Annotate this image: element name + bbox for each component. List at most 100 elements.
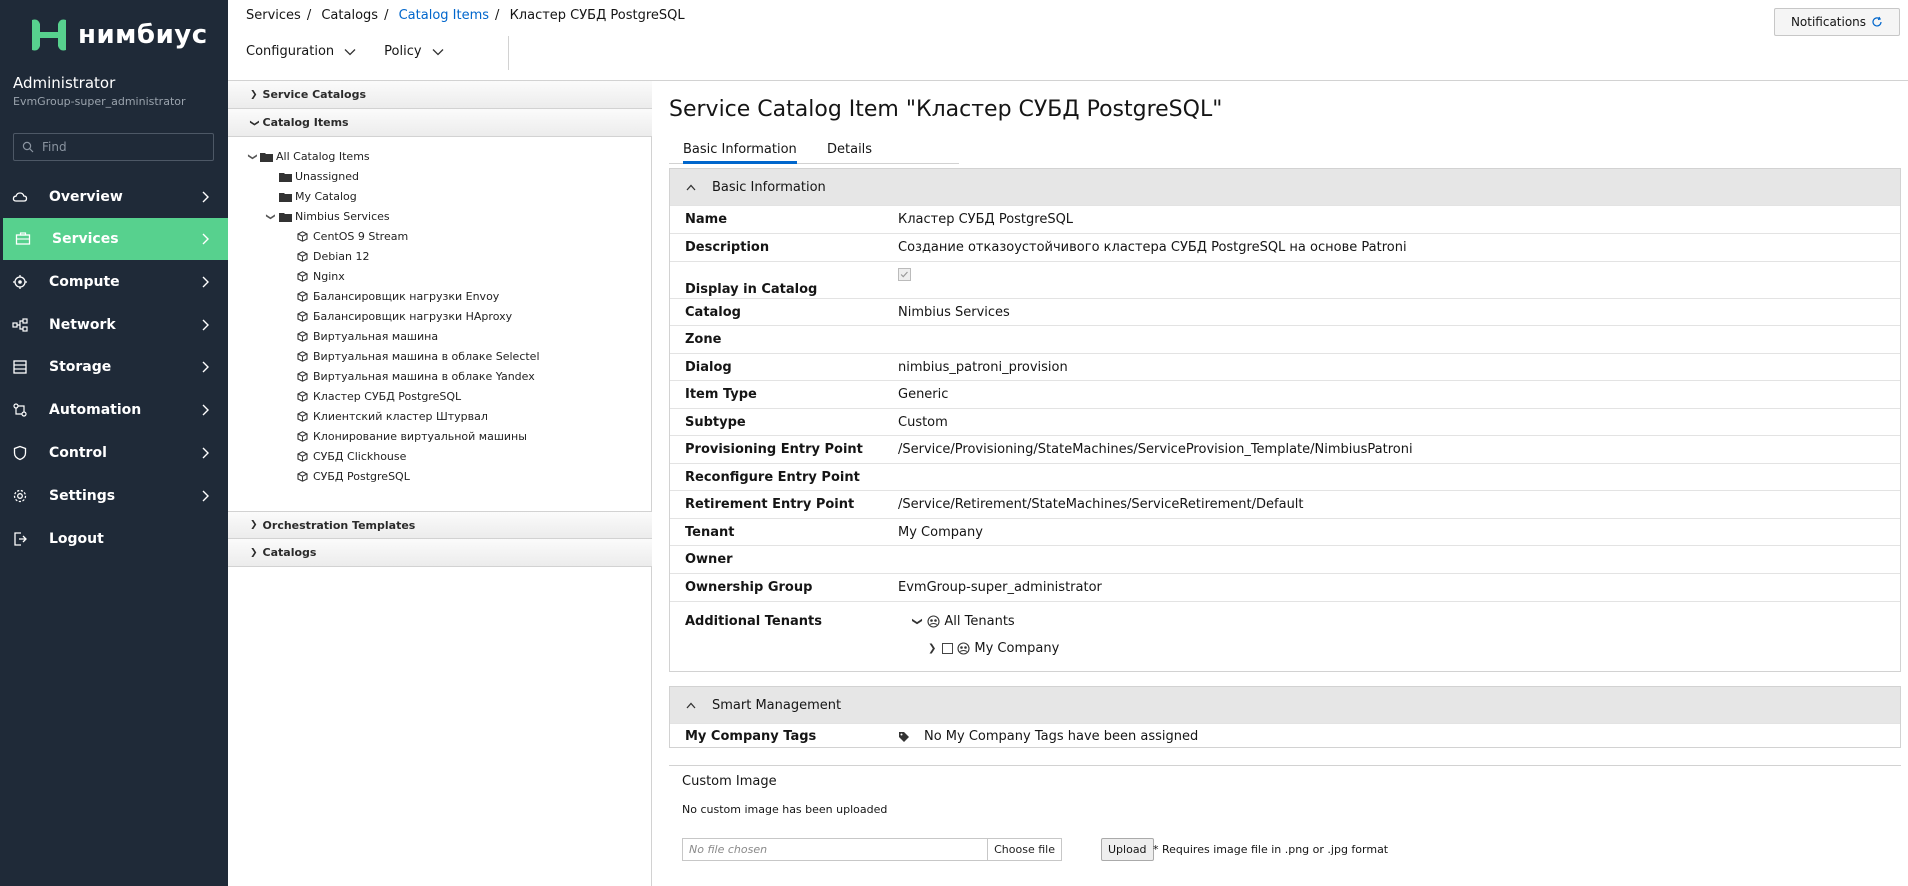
- accordion-catalogs[interactable]: ❯ Catalogs: [228, 539, 652, 567]
- nav-item-settings[interactable]: Settings: [0, 475, 228, 517]
- tenant-label: My Company: [974, 641, 1060, 656]
- sidebar: нимбиус Administrator EvmGroup-super_adm…: [0, 0, 228, 886]
- chevron-right-icon: [202, 319, 209, 331]
- info-value: Nimbius Services: [898, 305, 1010, 320]
- tree-node-catalog-item[interactable]: СУБД Clickhouse: [297, 450, 406, 463]
- configuration-label: Configuration: [246, 44, 335, 59]
- nav-item-automation[interactable]: Automation: [0, 389, 228, 431]
- breadcrumb-services[interactable]: Services: [246, 8, 301, 23]
- info-value: nimbius_patroni_provision: [898, 360, 1068, 375]
- tree-node-catalog-item[interactable]: Виртуальная машина в облаке Selectel: [297, 350, 540, 363]
- chevron-down-icon[interactable]: ❯: [247, 153, 257, 161]
- cube-icon: [297, 271, 308, 282]
- tree-node-catalog-item[interactable]: СУБД PostgreSQL: [297, 470, 410, 483]
- chevron-right-icon[interactable]: ❯: [928, 643, 936, 654]
- tree-label: Кластер СУБД PostgreSQL: [313, 390, 462, 403]
- tenant-icon: [927, 615, 940, 628]
- search-input[interactable]: [42, 140, 212, 154]
- nav-item-overview[interactable]: Overview: [0, 176, 228, 218]
- info-row: Description Создание отказоустойчивого кл…: [670, 233, 1900, 261]
- nav-item-services[interactable]: Services: [3, 218, 228, 260]
- chevron-down-icon[interactable]: ❯: [912, 617, 923, 625]
- search-icon: [22, 141, 34, 153]
- nav-item-compute[interactable]: Compute: [0, 261, 228, 303]
- info-key: Additional Tenants: [685, 614, 822, 629]
- tree-node-catalog-item[interactable]: Балансировщик нагрузки HAproxy: [297, 310, 512, 323]
- tree-node-catalog-item[interactable]: Debian 12: [297, 250, 369, 263]
- tree-node-catalog-item[interactable]: Nginx: [297, 270, 345, 283]
- cube-icon: [297, 371, 308, 382]
- nav-label: Network: [49, 317, 116, 333]
- no-file-text: No file chosen: [689, 843, 768, 856]
- network-icon: [12, 317, 28, 333]
- info-row: Catalog Nimbius Services: [670, 298, 1900, 325]
- chevron-up-icon: [686, 702, 696, 708]
- tab-basic-information[interactable]: Basic Information: [683, 142, 797, 164]
- breadcrumb-catalog-items[interactable]: Catalog Items: [399, 8, 489, 23]
- tree-node-nimbius-services[interactable]: ❯ Nimbius Services: [265, 210, 390, 223]
- nav-label: Services: [52, 231, 119, 247]
- chevron-right-icon: [202, 490, 209, 502]
- tree-node-catalog-item[interactable]: Балансировщик нагрузки Envoy: [297, 290, 499, 303]
- chevron-right-icon: ❯: [250, 520, 258, 530]
- tree-node-all-catalog-items[interactable]: ❯ All Catalog Items: [247, 150, 370, 163]
- breadcrumb-catalogs[interactable]: Catalogs: [321, 8, 378, 23]
- brand-name: нимбиус: [78, 20, 208, 50]
- tag-icon: [899, 731, 909, 742]
- info-row: Provisioning Entry Point/Service/Provisi…: [670, 435, 1900, 463]
- tenant-node-all[interactable]: ❯ All Tenants: [912, 614, 1015, 629]
- nav-label: Storage: [49, 359, 112, 375]
- divider: [669, 765, 1901, 766]
- choose-file-button[interactable]: Choose file: [987, 839, 1061, 860]
- nav-item-network[interactable]: Network: [0, 304, 228, 346]
- services-icon: [15, 231, 31, 247]
- tree-label: Балансировщик нагрузки HAproxy: [313, 310, 513, 323]
- chevron-right-icon: [202, 191, 209, 203]
- accordion-catalog-items[interactable]: ❯ Catalog Items: [228, 109, 652, 137]
- tree-node-catalog-item[interactable]: Виртуальная машина в облаке Yandex: [297, 370, 535, 383]
- nav-item-storage[interactable]: Storage: [0, 346, 228, 388]
- tags-value: No My Company Tags have been assigned: [924, 729, 1199, 744]
- cube-icon: [297, 311, 308, 322]
- accordion-label: Orchestration Templates: [262, 518, 416, 532]
- accordion-orchestration-templates[interactable]: ❯ Orchestration Templates: [228, 511, 652, 539]
- page-title: Service Catalog Item "Кластер СУБД Postg…: [669, 97, 1223, 122]
- tree-node-catalog-item[interactable]: Виртуальная машина: [297, 330, 438, 343]
- tab-details[interactable]: Details: [827, 142, 872, 157]
- basic-information-header[interactable]: Basic Information: [670, 169, 1900, 205]
- automation-icon: [12, 402, 28, 418]
- tree-node-my-catalog[interactable]: My Catalog: [279, 190, 357, 203]
- info-key: Subtype: [685, 415, 746, 430]
- nav-item-control[interactable]: Control: [0, 432, 228, 474]
- chevron-down-icon[interactable]: ❯: [265, 213, 275, 221]
- policy-dropdown[interactable]: Policy: [384, 44, 444, 59]
- tree-node-catalog-item[interactable]: Клиентский кластер Штурвал: [297, 410, 488, 423]
- folder-icon: [279, 212, 292, 222]
- file-input[interactable]: No file chosen Choose file: [682, 838, 1062, 861]
- info-key: Dialog: [685, 360, 732, 375]
- nav-item-logout[interactable]: Logout: [0, 518, 228, 560]
- accordion-service-catalogs[interactable]: ❯ Service Catalogs: [228, 81, 652, 109]
- folder-icon: [279, 172, 292, 182]
- smart-management-panel: Smart Management My Company Tags No My C…: [669, 686, 1901, 748]
- tree-label: Виртуальная машина в облаке Yandex: [313, 370, 535, 383]
- main-content: Service Catalog Item "Кластер СУБД Postg…: [653, 81, 1908, 886]
- notifications-button[interactable]: Notifications: [1774, 8, 1900, 36]
- smart-management-header[interactable]: Smart Management: [670, 687, 1900, 723]
- cube-icon: [297, 451, 308, 462]
- user-name: Administrator: [13, 74, 116, 92]
- upload-button[interactable]: Upload: [1101, 838, 1154, 861]
- folder-icon: [279, 192, 292, 202]
- tenant-node-my-company[interactable]: ❯ My Company: [928, 641, 1059, 656]
- nimbius-logo-icon: [32, 19, 66, 51]
- configuration-dropdown[interactable]: Configuration: [246, 44, 356, 59]
- tree-node-catalog-item[interactable]: Клонирование виртуальной машины: [297, 430, 527, 443]
- tenant-checkbox[interactable]: [942, 643, 954, 654]
- tree-node-unassigned[interactable]: Unassigned: [279, 170, 359, 183]
- brand[interactable]: нимбиус: [28, 16, 208, 54]
- basic-information-panel: Basic Information Name Кластер СУБД Postg…: [669, 168, 1901, 672]
- tree-label: СУБД Clickhouse: [313, 450, 407, 463]
- info-key: Display in Catalog: [685, 282, 818, 297]
- tree-node-catalog-item[interactable]: CentOS 9 Stream: [297, 230, 408, 243]
- tree-node-catalog-item[interactable]: Кластер СУБД PostgreSQL: [297, 390, 461, 403]
